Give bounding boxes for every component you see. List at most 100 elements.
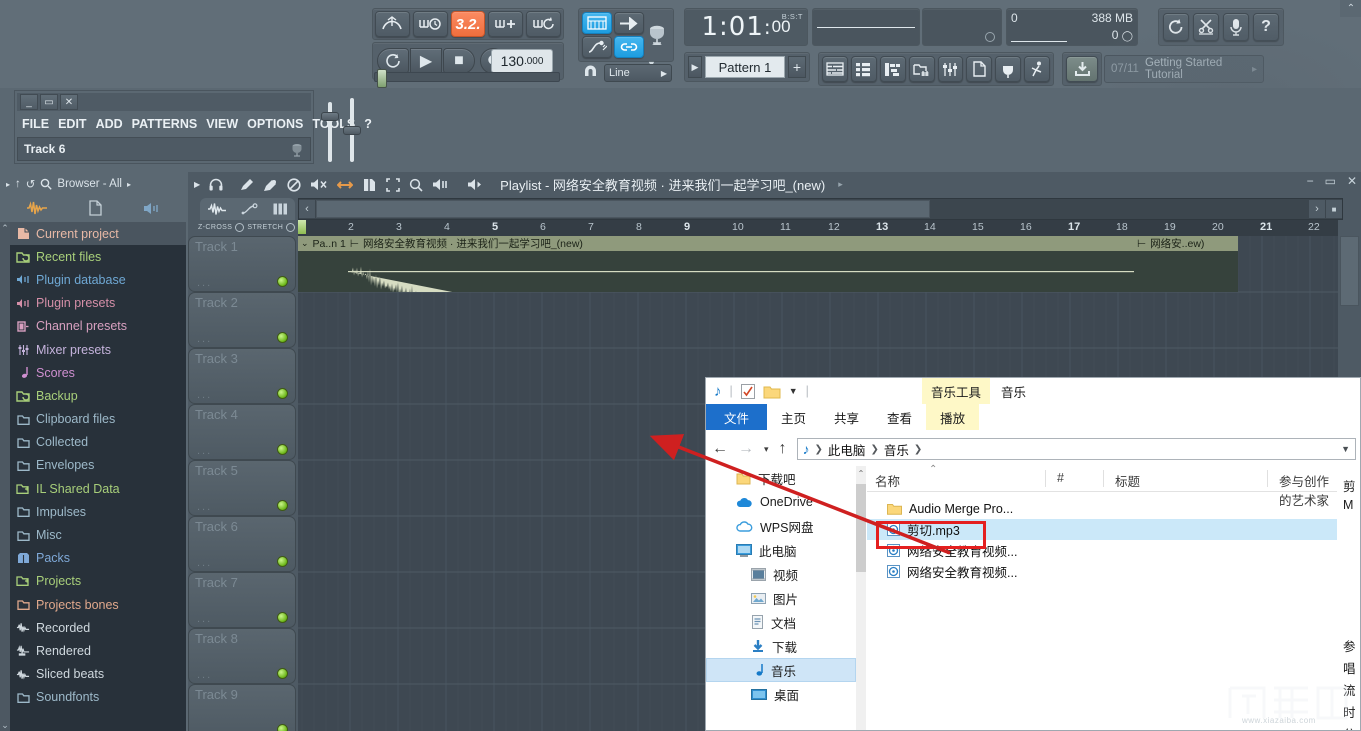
typing-keyboard-to-piano-button[interactable] <box>375 11 410 37</box>
browser-item-collected[interactable]: Collected <box>10 431 186 454</box>
minimize-button[interactable]: _ <box>20 94 38 110</box>
nav-item-7[interactable]: 下载 <box>706 634 856 658</box>
browser-item-mixer-presets[interactable]: Mixer presets <box>10 338 186 361</box>
nav-item-6[interactable]: 文档 <box>706 610 856 634</box>
notes-button[interactable] <box>966 56 993 82</box>
hscroll-zoom-button[interactable]: ■ <box>1326 200 1342 218</box>
menu-patterns[interactable]: PATTERNS <box>132 117 198 131</box>
column-divider-2[interactable] <box>1103 470 1104 487</box>
track-enable-led[interactable] <box>277 388 288 399</box>
menu-add[interactable]: ADD <box>96 117 123 131</box>
track-options-dots[interactable]: ... <box>197 445 212 457</box>
tab-share[interactable]: 共享 <box>820 404 873 430</box>
up-button[interactable]: ↑ <box>779 440 787 458</box>
playlist-maximize-button[interactable]: ▭ <box>1325 174 1336 188</box>
tempo-field[interactable]: 130.000 <box>491 49 553 73</box>
browser-item-envelopes[interactable]: Envelopes <box>10 454 186 477</box>
browser-scrollbar[interactable]: ⌃ ⌄ <box>0 222 10 731</box>
delete-tool-icon[interactable] <box>287 177 301 192</box>
browser-item-plugin-database[interactable]: Plugin database <box>10 268 186 291</box>
zcross-toggle[interactable] <box>235 222 245 232</box>
hscroll-thumb[interactable] <box>316 200 930 218</box>
browser-scroll-down-icon[interactable]: ⌄ <box>0 719 10 731</box>
nav-scroll-up-icon[interactable]: ⌃ <box>856 466 866 480</box>
browser-item-current-project[interactable]: Current project <box>10 222 186 246</box>
address-input[interactable]: ♪ ❯ 此电脑 ❯ 音乐 ❯ ▼ <box>796 438 1356 460</box>
pattern-add-button[interactable]: + <box>788 56 806 78</box>
mute-tool-icon[interactable] <box>310 178 328 191</box>
menu-view[interactable]: VIEW <box>206 117 238 131</box>
nav-item-1[interactable]: OneDrive <box>706 490 856 514</box>
browser-item-sliced-beats[interactable]: Sliced beats <box>10 663 186 686</box>
metronome-wait-button[interactable] <box>412 11 448 37</box>
piano-roll-button[interactable] <box>879 56 906 82</box>
browser-item-plugin-presets[interactable]: Plugin presets <box>10 292 186 315</box>
nav-item-3[interactable]: 此电脑 <box>706 538 856 562</box>
track-options-dots[interactable]: ... <box>197 613 212 625</box>
playlist-track-7[interactable]: Track 7... <box>188 572 296 628</box>
loop-record-button[interactable] <box>526 11 561 37</box>
playlist-horizontal-scrollbar[interactable]: ‹ › ■ <box>298 198 1343 220</box>
track-enable-led[interactable] <box>277 444 288 455</box>
recent-locations-button[interactable]: ▾ <box>764 444 769 455</box>
playlist-timeline-ruler[interactable]: 2 3 4 5 6 7 8 9 10 11 12 13 14 15 16 17 18 19 20 21 22 <box>298 220 1338 237</box>
playlist-track-5[interactable]: Track 5... <box>188 460 296 516</box>
track-options-dots[interactable]: ... <box>197 725 212 731</box>
headphones-icon[interactable] <box>209 178 223 191</box>
plugin-icon[interactable] <box>143 202 160 215</box>
tab-view[interactable]: 查看 <box>873 404 926 430</box>
browser-item-clipboard-files[interactable]: Clipboard files <box>10 408 186 431</box>
browser-item-soundfonts[interactable]: Soundfonts <box>10 686 186 709</box>
track-enable-led[interactable] <box>277 332 288 343</box>
browser-item-recorded[interactable]: Recorded <box>10 616 186 639</box>
playhead-marker[interactable] <box>298 220 306 234</box>
breadcrumb-music[interactable]: 音乐 <box>884 440 909 459</box>
playlist-track-2[interactable]: Track 2... <box>188 292 296 348</box>
track-options-dots[interactable]: ... <box>197 389 212 401</box>
browser-item-scores[interactable]: Scores <box>10 361 186 384</box>
paint-tool-icon[interactable] <box>263 178 278 192</box>
playlist-button[interactable] <box>822 56 848 82</box>
playlist-track-9[interactable]: Track 9... <box>188 684 296 731</box>
fader-slot-1[interactable] <box>328 102 332 162</box>
stretch-toggle[interactable] <box>286 222 296 232</box>
browser-scroll-up-icon[interactable]: ⌃ <box>0 222 10 234</box>
audio-clip-continued[interactable]: ⊢ 网络安..ew) <box>1134 236 1238 292</box>
playlist-track-3[interactable]: Track 3... <box>188 348 296 404</box>
nav-item-0[interactable]: 下载吧 <box>706 466 856 490</box>
browser-item-channel-presets[interactable]: Channel presets <box>10 315 186 338</box>
plugin-picker-button[interactable] <box>995 56 1022 82</box>
menu-file[interactable]: FILE <box>22 117 49 131</box>
navigation-scrollbar[interactable]: ⌃ <box>856 466 866 730</box>
properties-icon[interactable] <box>740 383 755 399</box>
track-options-dots[interactable]: ... <box>197 557 212 569</box>
back-button[interactable]: ← <box>712 440 728 458</box>
customize-caret-icon[interactable]: ▼ <box>789 386 798 396</box>
audio-clip[interactable]: ⌄ Pa..n 1 ⊢ 网络安全教育视频 · 进来我们一起学习吧_(new) <box>298 236 1134 292</box>
fader-knob-1[interactable] <box>321 112 339 121</box>
nav-item-4[interactable]: 视频 <box>706 562 856 586</box>
select-tool-icon[interactable] <box>386 177 400 192</box>
browser-item-il-shared-data[interactable]: IL Shared Data <box>10 477 186 500</box>
playlist-scroll-up-button[interactable]: ⌃ <box>1340 0 1361 17</box>
track-options-dots[interactable]: ... <box>197 501 212 513</box>
track-knob-icon[interactable] <box>290 141 304 157</box>
column-divider-1[interactable] <box>1045 470 1046 487</box>
waveform-view-icon[interactable] <box>207 203 227 215</box>
file-icon[interactable] <box>89 200 102 216</box>
waveform-icon[interactable] <box>26 201 48 215</box>
play-button[interactable]: ▶ <box>410 48 442 74</box>
tutorial-banner[interactable]: 07/11 Getting Started Tutorial ▸ <box>1104 55 1264 83</box>
automation-button[interactable] <box>582 36 612 58</box>
scroll-right-button[interactable]: › <box>1309 200 1325 218</box>
browser-item-impulses[interactable]: Impulses <box>10 500 186 523</box>
clip-expand-caret-icon[interactable]: ⌄ <box>301 238 309 249</box>
playlist-track-4[interactable]: Track 4... <box>188 404 296 460</box>
new-folder-icon[interactable] <box>763 384 781 399</box>
scope-knob-icon[interactable] <box>985 32 995 42</box>
pattern-name-field[interactable]: Pattern 1 <box>705 56 785 78</box>
browser-item-recent-files[interactable]: Recent files <box>10 245 186 268</box>
track-enable-led[interactable] <box>277 276 288 287</box>
vscroll-thumb[interactable] <box>1340 236 1359 306</box>
draw-tool-icon[interactable] <box>239 178 254 192</box>
